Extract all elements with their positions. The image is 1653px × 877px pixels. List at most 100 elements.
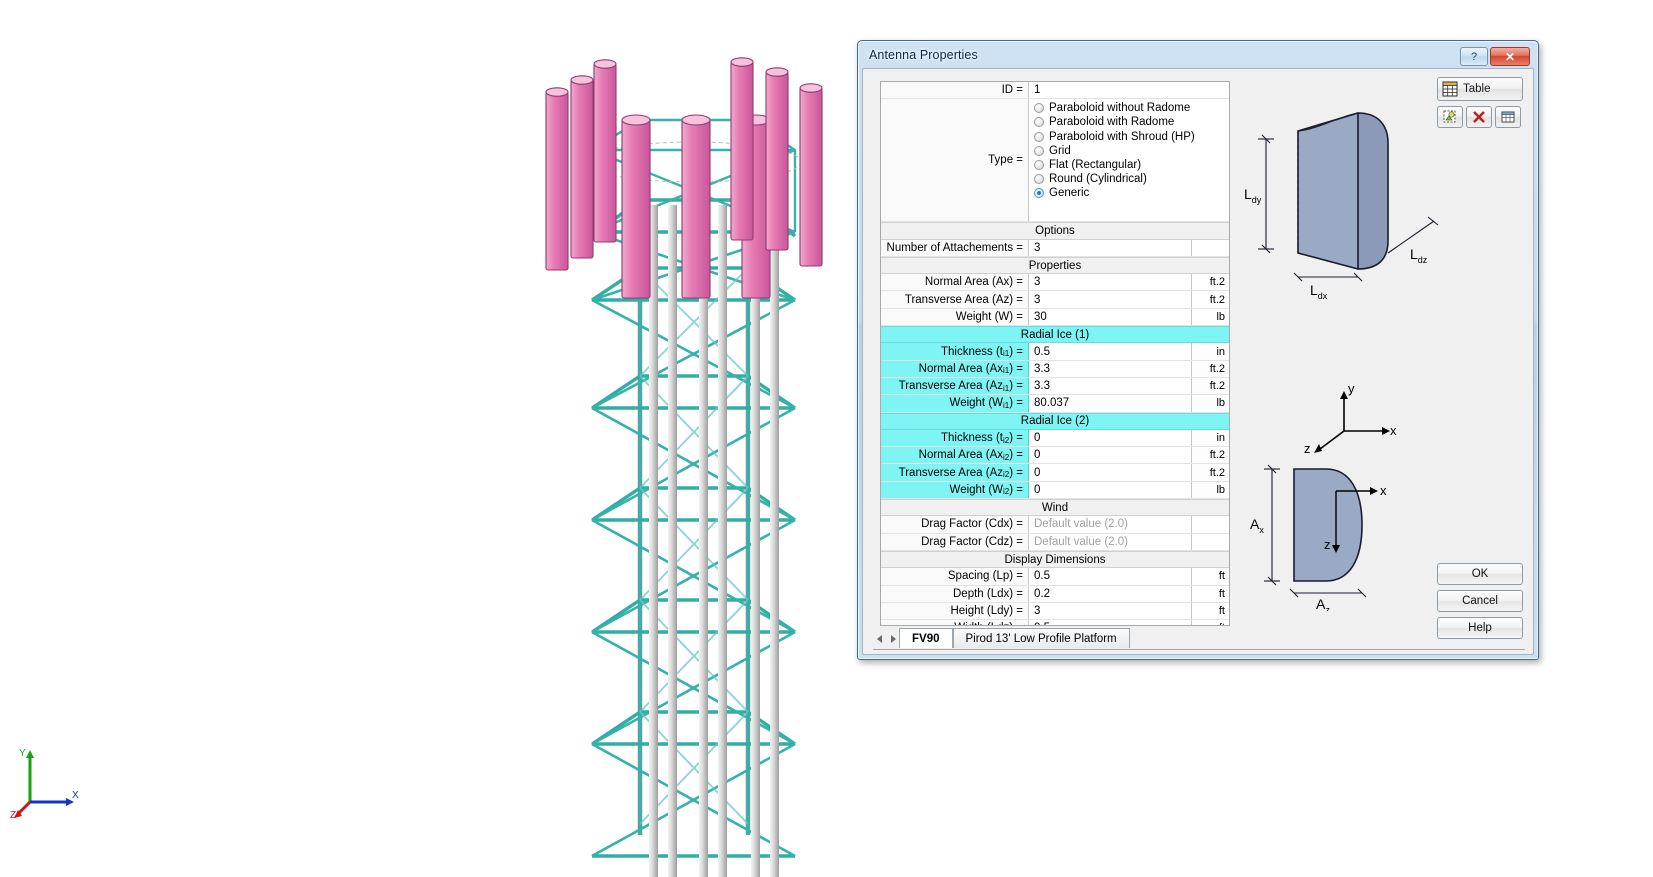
- row-height[interactable]: Height (Ldy) = 3 ft: [881, 602, 1229, 621]
- value[interactable]: 0: [1029, 429, 1191, 447]
- tab-fv90[interactable]: FV90: [899, 628, 953, 648]
- row-ice1-normal-area[interactable]: Normal Area (Ax i1) = 3.3 ft.2: [881, 360, 1229, 378]
- type-label: Type =: [881, 99, 1029, 222]
- radio-round-cylindrical[interactable]: Round (Cylindrical): [1034, 172, 1229, 186]
- radio-paraboloid-with-radome[interactable]: Paraboloid with Radome: [1034, 115, 1229, 129]
- row-ice1-transverse-area[interactable]: Transverse Area (Az i1) = 3.3 ft.2: [881, 377, 1229, 396]
- label: Weight (W i1) =: [881, 395, 1029, 412]
- dialog-titlebar[interactable]: Antenna Properties ? ✕: [861, 44, 1535, 70]
- value[interactable]: 0.5: [1029, 568, 1191, 585]
- value[interactable]: 0.5: [1029, 343, 1191, 360]
- tab-prev-button[interactable]: [873, 630, 886, 648]
- ldy-label: Ldy: [1244, 186, 1262, 205]
- value[interactable]: 0: [1029, 481, 1191, 499]
- unit: ft.2: [1191, 464, 1229, 481]
- value[interactable]: 0.2: [1029, 585, 1191, 602]
- delete-button[interactable]: [1466, 106, 1492, 128]
- axis-x-label: x: [1390, 423, 1397, 438]
- dialog-client-area: ID = 1 Type = Paraboloid without Radome …: [862, 68, 1534, 655]
- row-drag-factor-cdx[interactable]: Drag Factor (Cdx) = Default value (2.0): [881, 516, 1229, 534]
- label: Normal Area (Ax) =: [881, 274, 1029, 291]
- row-ice2-transverse-area[interactable]: Transverse Area (Az i2) = 0 ft.2: [881, 464, 1229, 482]
- unit: in: [1191, 429, 1229, 447]
- label: Transverse Area (Az i1) =: [881, 377, 1029, 395]
- unit: [1191, 239, 1229, 256]
- row-spacing[interactable]: Spacing (Lp) = 0.5 ft: [881, 568, 1229, 586]
- row-transverse-area[interactable]: Transverse Area (Az) = 3 ft.2: [881, 291, 1229, 309]
- cancel-button[interactable]: Cancel: [1437, 590, 1523, 612]
- label: Depth (Ldx) =: [881, 585, 1029, 602]
- value[interactable]: 3.3: [1029, 360, 1191, 377]
- row-type[interactable]: Type = Paraboloid without Radome Parabol…: [881, 99, 1229, 223]
- row-ice1-weight[interactable]: Weight (W i1) = 80.037 lb: [881, 395, 1229, 413]
- section-options: Options: [881, 222, 1229, 240]
- table-button[interactable]: Table: [1437, 77, 1523, 101]
- radio-icon: [1034, 131, 1044, 142]
- tab-pirod-platform[interactable]: Pirod 13' Low Profile Platform: [952, 628, 1130, 648]
- value[interactable]: 0: [1029, 464, 1191, 481]
- radio-icon: [1034, 117, 1044, 128]
- value[interactable]: Default value (2.0): [1029, 533, 1191, 550]
- value[interactable]: Default value (2.0): [1029, 516, 1191, 533]
- row-id[interactable]: ID = 1: [881, 82, 1229, 100]
- id-label: ID =: [881, 82, 1029, 99]
- unit: lb: [1191, 481, 1229, 499]
- axis-z-label: z: [1324, 537, 1331, 552]
- row-ice2-normal-area[interactable]: Normal Area (Ax i2) = 0 ft.2: [881, 447, 1229, 465]
- label: Normal Area (Ax i1) =: [881, 360, 1029, 377]
- ok-button[interactable]: OK: [1437, 563, 1523, 585]
- value[interactable]: 3: [1029, 274, 1191, 291]
- value[interactable]: 3: [1029, 602, 1191, 620]
- unit: lb: [1191, 308, 1229, 326]
- radio-paraboloid-with-shroud[interactable]: Paraboloid with Shroud (HP): [1034, 130, 1229, 144]
- antenna-array: [545, 57, 823, 299]
- section-radial-ice-1: Radial Ice (1): [881, 326, 1229, 344]
- row-weight[interactable]: Weight (W) = 30 lb: [881, 308, 1229, 327]
- id-value[interactable]: 1: [1029, 82, 1229, 99]
- row-drag-factor-cdz[interactable]: Drag Factor (Cdz) = Default value (2.0): [881, 533, 1229, 551]
- tab-separator-line: [873, 649, 1525, 650]
- row-ice1-thickness[interactable]: Thickness (t i1) = 0.5 in: [881, 343, 1229, 361]
- antenna-properties-dialog: Antenna Properties ? ✕ ID = 1 Type = Par…: [857, 40, 1539, 660]
- tower-3d-model: [545, 57, 823, 877]
- chevron-right-icon: [890, 635, 896, 643]
- coordinate-axes-diagram: y x z: [1304, 381, 1397, 456]
- titlebar-close-button[interactable]: ✕: [1490, 47, 1530, 66]
- ax-label: Ax: [1250, 516, 1264, 535]
- copy-paste-icon: [1443, 110, 1456, 123]
- row-depth[interactable]: Depth (Ldx) = 0.2 ft: [881, 585, 1229, 603]
- tab-next-button[interactable]: [886, 630, 899, 648]
- value[interactable]: 3: [1029, 239, 1191, 256]
- cancel-label: Cancel: [1462, 595, 1498, 607]
- value[interactable]: 30: [1029, 308, 1191, 326]
- radio-generic[interactable]: Generic: [1034, 186, 1229, 200]
- question-mark-icon: ?: [1470, 50, 1478, 63]
- property-grid[interactable]: ID = 1 Type = Paraboloid without Radome …: [880, 81, 1230, 626]
- unit: ft.2: [1191, 291, 1229, 308]
- axis-z-label: Z: [10, 810, 16, 821]
- unit: [1191, 533, 1229, 550]
- value[interactable]: 3.3: [1029, 377, 1191, 395]
- export-table-button[interactable]: [1495, 106, 1521, 128]
- row-ice2-thickness[interactable]: Thickness (t i2) = 0 in: [881, 429, 1229, 448]
- value[interactable]: 80.037: [1029, 395, 1191, 412]
- titlebar-help-button[interactable]: ?: [1460, 47, 1488, 66]
- row-number-of-attachments[interactable]: Number of Attachements = 3: [881, 239, 1229, 257]
- copy-button[interactable]: [1437, 106, 1463, 128]
- radio-icon: [1034, 160, 1044, 171]
- unit: ft.2: [1191, 274, 1229, 291]
- model-viewport[interactable]: Y X Z: [0, 0, 860, 877]
- type-radio-group[interactable]: Paraboloid without Radome Paraboloid wit…: [1029, 99, 1229, 222]
- help-button[interactable]: Help: [1437, 617, 1523, 639]
- radio-flat-rectangular[interactable]: Flat (Rectangular): [1034, 158, 1229, 172]
- row-ice2-weight[interactable]: Weight (W i2) = 0 lb: [881, 481, 1229, 500]
- row-normal-area[interactable]: Normal Area (Ax) = 3 ft.2: [881, 274, 1229, 292]
- dialog-toolbar: Table: [1437, 77, 1527, 128]
- value[interactable]: 3: [1029, 291, 1191, 308]
- radio-grid[interactable]: Grid: [1034, 144, 1229, 158]
- tab-bar: FV90 Pirod 13' Low Profile Platform: [873, 626, 1428, 648]
- close-x-icon: ✕: [1504, 49, 1516, 64]
- radio-paraboloid-without-radome[interactable]: Paraboloid without Radome: [1034, 101, 1229, 115]
- label: Height (Ldy) =: [881, 602, 1029, 620]
- value[interactable]: 0: [1029, 447, 1191, 464]
